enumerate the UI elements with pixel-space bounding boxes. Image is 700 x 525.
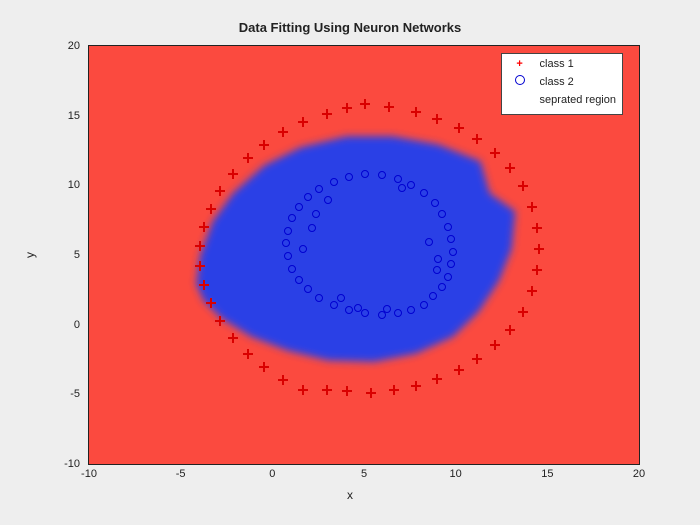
circle-icon	[508, 74, 532, 90]
legend-label: seprated region	[540, 94, 616, 106]
y-tick-label: 15	[0, 110, 80, 122]
legend-entry-class2: class 2	[508, 74, 616, 92]
y-tick-label: 20	[0, 40, 80, 52]
region-swatch-icon	[508, 92, 532, 108]
y-tick-label: 5	[0, 249, 80, 261]
legend-entry-region: seprated region	[508, 92, 616, 110]
legend: + class 1 class 2 seprated region	[501, 53, 623, 115]
legend-label: class 2	[540, 76, 574, 88]
figure: Data Fitting Using Neuron Networks y +cl…	[0, 0, 700, 525]
plus-icon: +	[508, 56, 532, 72]
x-tick-label: -5	[176, 468, 186, 480]
x-tick-label: 5	[361, 468, 367, 480]
chart-title: Data Fitting Using Neuron Networks	[0, 20, 700, 35]
y-tick-label: -10	[0, 458, 80, 470]
x-tick-label: -10	[81, 468, 97, 480]
y-tick-label: 0	[0, 319, 80, 331]
y-tick-label: -5	[0, 388, 80, 400]
legend-label: class 1	[540, 58, 574, 70]
x-tick-label: 15	[541, 468, 553, 480]
legend-entry-class1: + class 1	[508, 56, 616, 74]
plot-area: + class 1 class 2 seprated region	[88, 45, 640, 465]
y-tick-label: 10	[0, 179, 80, 191]
x-axis-label: x	[0, 488, 700, 502]
x-tick-label: 10	[450, 468, 462, 480]
x-tick-label: 0	[269, 468, 275, 480]
x-tick-label: 20	[633, 468, 645, 480]
